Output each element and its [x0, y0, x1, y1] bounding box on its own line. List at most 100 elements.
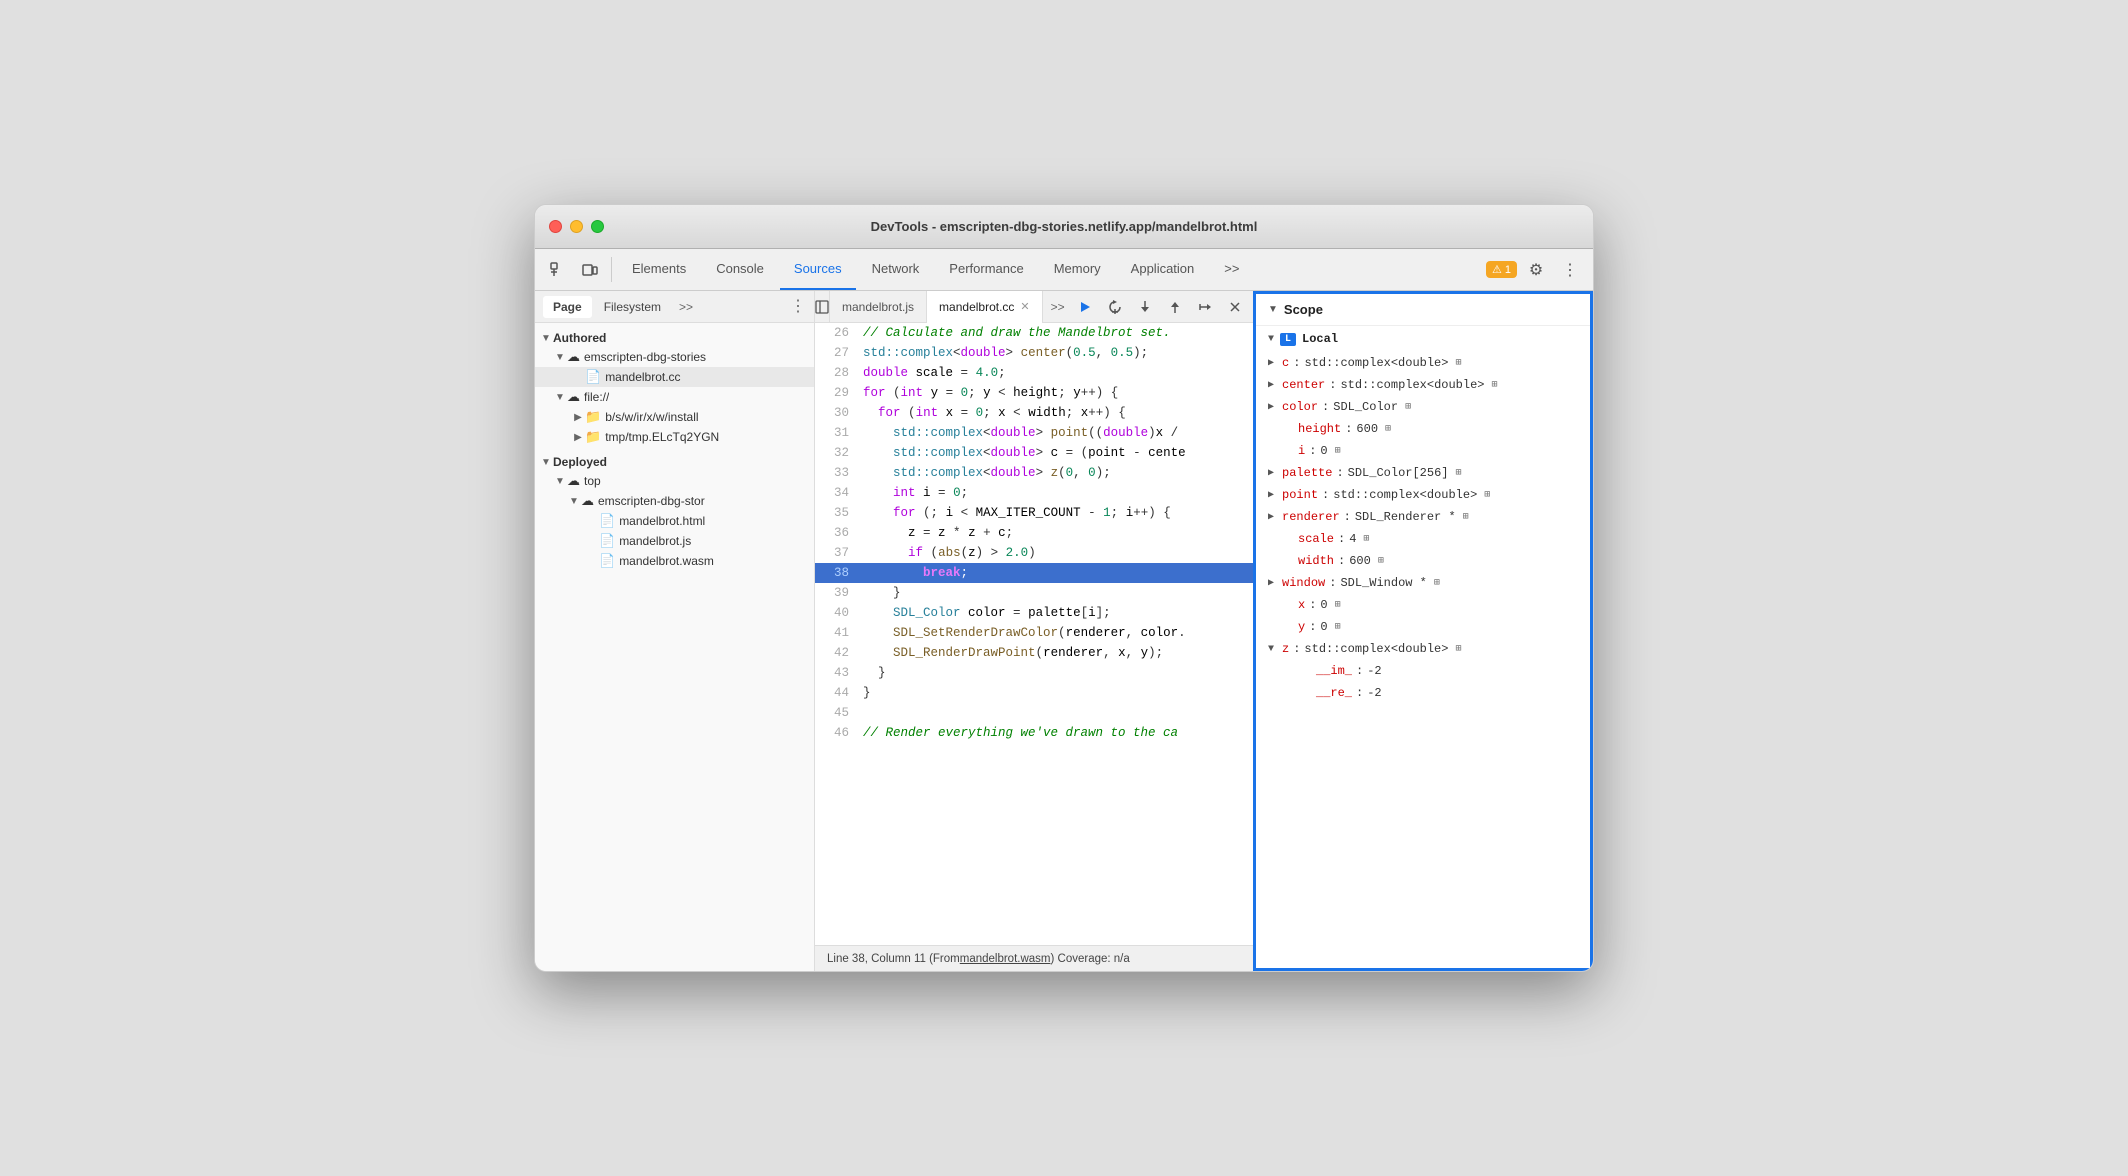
tab-network[interactable]: Network	[858, 249, 934, 290]
scope-item-palette[interactable]: ▶ palette : SDL_Color[256] ⊞	[1256, 462, 1590, 484]
tree-item-file-url[interactable]: ▼ ☁ file://	[535, 387, 814, 407]
tree-item-authored[interactable]: ▼ Authored	[535, 329, 814, 347]
tab-elements[interactable]: Elements	[618, 249, 700, 290]
expand-value-icon: ⊞	[1378, 554, 1384, 569]
scope-item-center[interactable]: ▶ center : std::complex<double> ⊞	[1256, 374, 1590, 396]
status-bar: Line 38, Column 11 (From mandelbrot.wasm…	[815, 945, 1253, 971]
file-sidebar: Page Filesystem >> ⋮ ▼ Authored ▼	[535, 291, 815, 971]
maximize-button[interactable]	[591, 220, 604, 233]
scope-item-renderer[interactable]: ▶ renderer : SDL_Renderer * ⊞	[1256, 506, 1590, 528]
scope-item-color[interactable]: ▶ color : SDL_Color ⊞	[1256, 396, 1590, 418]
tree-item-emscripten-deployed[interactable]: ▼ ☁ emscripten-dbg-stor	[535, 491, 814, 511]
device-toolbar-icon[interactable]	[575, 249, 605, 290]
scope-item-c[interactable]: ▶ c : std::complex<double> ⊞	[1256, 352, 1590, 374]
close-tab-icon[interactable]: ✕	[1020, 300, 1029, 313]
sidebar-toggle-button[interactable]	[815, 291, 830, 323]
code-tabs: mandelbrot.js mandelbrot.cc ✕ >>	[815, 291, 1253, 323]
top-label: top	[584, 474, 601, 488]
titlebar: DevTools - emscripten-dbg-stories.netlif…	[535, 205, 1593, 249]
tree-item-deployed[interactable]: ▼ Deployed	[535, 453, 814, 471]
step-over-button[interactable]	[1103, 295, 1127, 319]
sidebar-tab-page[interactable]: Page	[543, 296, 592, 318]
code-line: 30 for (int x = 0; x < width; x++) {	[815, 403, 1253, 423]
tab-console[interactable]: Console	[702, 249, 778, 290]
tab-sources[interactable]: Sources	[780, 249, 856, 290]
close-button[interactable]	[549, 220, 562, 233]
authored-label: Authored	[553, 331, 606, 345]
expand-arrow-top: ▼	[553, 476, 567, 487]
scope-item-width: width : 600 ⊞	[1256, 550, 1590, 572]
expand-value-icon: ⊞	[1385, 422, 1391, 437]
install-label: b/s/w/ir/x/w/install	[605, 410, 698, 424]
tree-item-emscripten-authored[interactable]: ▼ ☁ emscripten-dbg-stories	[535, 347, 814, 367]
code-line: 26 // Calculate and draw the Mandelbrot …	[815, 323, 1253, 343]
scope-item-z[interactable]: ▼ z : std::complex<double> ⊞	[1256, 638, 1590, 660]
scope-item-x: x : 0 ⊞	[1256, 594, 1590, 616]
tree-item-top[interactable]: ▼ ☁ top	[535, 471, 814, 491]
scope-item-window[interactable]: ▶ window : SDL_Window * ⊞	[1256, 572, 1590, 594]
local-badge: L	[1280, 333, 1296, 346]
step-into-button[interactable]	[1133, 295, 1157, 319]
tree-item-mandelbrot-html[interactable]: 📄 mandelbrot.html	[535, 511, 814, 531]
scope-local-header[interactable]: ▼ L Local	[1256, 326, 1590, 352]
tab-performance[interactable]: Performance	[935, 249, 1037, 290]
file-tree: ▼ Authored ▼ ☁ emscripten-dbg-stories 📄 …	[535, 323, 814, 577]
warning-badge[interactable]: ⚠ 1	[1486, 261, 1517, 278]
expand-arrow-emscripten-deployed: ▼	[567, 496, 581, 507]
expand-arrow-tmp: ▶	[571, 432, 585, 443]
devtools-window: DevTools - emscripten-dbg-stories.netlif…	[534, 204, 1594, 972]
code-line: 41 SDL_SetRenderDrawColor(renderer, colo…	[815, 623, 1253, 643]
tab-application[interactable]: Application	[1117, 249, 1209, 290]
sidebar-more-icon[interactable]: ⋮	[790, 299, 806, 315]
tree-item-mandelbrot-js-deployed[interactable]: 📄 mandelbrot.js	[535, 531, 814, 551]
scope-item-height: height : 600 ⊞	[1256, 418, 1590, 440]
expand-value-icon: ⊞	[1335, 444, 1341, 459]
minimize-button[interactable]	[570, 220, 583, 233]
expand-value-icon: ⊞	[1484, 488, 1490, 503]
tree-item-mandelbrot-cc[interactable]: 📄 mandelbrot.cc	[535, 367, 814, 387]
code-line: 32 std::complex<double> c = (point - cen…	[815, 443, 1253, 463]
mandelbrot-cc-label: mandelbrot.cc	[605, 370, 680, 384]
main-content: Page Filesystem >> ⋮ ▼ Authored ▼	[535, 291, 1593, 971]
code-line: 33 std::complex<double> z(0, 0);	[815, 463, 1253, 483]
code-line: 27 std::complex<double> center(0.5, 0.5)…	[815, 343, 1253, 363]
code-tab-mandelbrot-cc[interactable]: mandelbrot.cc ✕	[927, 291, 1043, 323]
step-out-button[interactable]	[1163, 295, 1187, 319]
tree-item-install[interactable]: ▶ 📁 b/s/w/ir/x/w/install	[535, 407, 814, 427]
scope-item-re: __re_ : -2	[1256, 682, 1590, 704]
expand-value-icon: ⊞	[1434, 576, 1440, 591]
code-line: 36 z = z * z + c;	[815, 523, 1253, 543]
window-title: DevTools - emscripten-dbg-stories.netlif…	[871, 219, 1258, 234]
local-label: Local	[1302, 332, 1338, 346]
code-line: 46 // Render everything we've drawn to t…	[815, 723, 1253, 743]
step-button[interactable]	[1193, 295, 1217, 319]
expand-value-icon: ⊞	[1491, 378, 1497, 393]
scope-item-point[interactable]: ▶ point : std::complex<double> ⊞	[1256, 484, 1590, 506]
status-link[interactable]: mandelbrot.wasm	[960, 953, 1051, 965]
code-line: 40 SDL_Color color = palette[i];	[815, 603, 1253, 623]
debug-controls	[1073, 295, 1253, 319]
settings-icon[interactable]: ⚙	[1521, 260, 1551, 280]
code-tab-mandelbrot-js[interactable]: mandelbrot.js	[830, 291, 927, 323]
sidebar-tab-more[interactable]: >>	[673, 296, 699, 318]
code-editor[interactable]: 26 // Calculate and draw the Mandelbrot …	[815, 323, 1253, 945]
file-icon-wasm: 📄	[599, 553, 615, 569]
tab-memory[interactable]: Memory	[1040, 249, 1115, 290]
folder-icon-file: ☁	[567, 389, 580, 405]
deactivate-button[interactable]	[1223, 295, 1247, 319]
code-tab-more[interactable]: >>	[1043, 300, 1073, 314]
expand-arrow-emscripten-authored: ▼	[553, 352, 567, 363]
inspect-element-icon[interactable]	[543, 249, 573, 290]
toolbar-right: ⚠ 1 ⚙ ⋮	[1486, 249, 1585, 290]
tree-item-mandelbrot-wasm[interactable]: 📄 mandelbrot.wasm	[535, 551, 814, 571]
tree-item-tmp[interactable]: ▶ 📁 tmp/tmp.ELcTq2YGN	[535, 427, 814, 447]
sidebar-tab-filesystem[interactable]: Filesystem	[594, 296, 671, 318]
scope-item-im: __im_ : -2	[1256, 660, 1590, 682]
resume-button[interactable]	[1073, 295, 1097, 319]
scope-title: Scope	[1284, 302, 1323, 317]
devtools-toolbar: Elements Console Sources Network Perform…	[535, 249, 1593, 291]
tab-more[interactable]: >>	[1210, 249, 1253, 290]
mandelbrot-js-label: mandelbrot.js	[619, 534, 691, 548]
sidebar-tabs: Page Filesystem >> ⋮	[535, 291, 814, 323]
more-options-icon[interactable]: ⋮	[1555, 260, 1585, 280]
